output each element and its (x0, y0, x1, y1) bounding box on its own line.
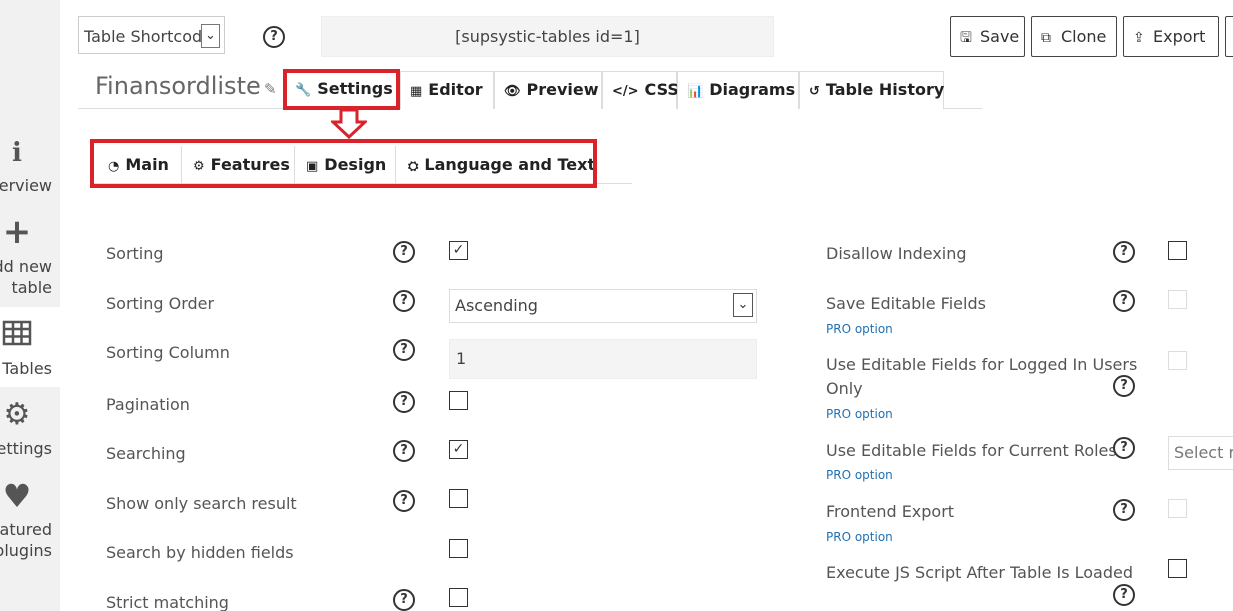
help-icon[interactable]: ? (393, 391, 415, 413)
grid-icon: ▦ (410, 84, 423, 99)
table-title: Finansordliste (95, 72, 261, 100)
tab-css[interactable]: </> CSS (602, 71, 679, 109)
shortcode-type-value: Table Shortcode (84, 27, 212, 46)
pagination-label: Pagination (106, 395, 190, 414)
editable-roles-label: Use Editable Fields for Current Roles (826, 441, 1117, 460)
help-icon[interactable]: ? (1113, 437, 1135, 459)
strict-matching-checkbox[interactable] (449, 588, 468, 607)
sorting-column-input[interactable]: 1 (449, 339, 757, 379)
more-button[interactable] (1225, 16, 1233, 57)
strict-matching-label: Strict matching (106, 593, 229, 611)
gear-icon: ⚙ (3, 397, 31, 432)
save-button[interactable]: 🖫 Save (950, 16, 1025, 57)
help-icon[interactable]: ? (393, 241, 415, 263)
sidebar-item-label: Settings (0, 439, 52, 458)
tab-preview-label: Preview (526, 80, 599, 99)
editable-roles-select[interactable]: Select ro (1168, 436, 1233, 470)
save-editable-checkbox (1168, 290, 1187, 309)
sorting-label: Sorting (106, 244, 164, 263)
searching-label: Searching (106, 444, 186, 463)
help-icon[interactable]: ? (1113, 241, 1135, 263)
help-icon[interactable]: ? (263, 26, 285, 48)
export-button[interactable]: ⇪ Export (1123, 16, 1219, 57)
tab-editor-label: Editor (428, 80, 483, 99)
shortcode-field[interactable]: [supsystic-tables id=1] (321, 16, 774, 57)
chevron-down-icon: ⌄ (201, 24, 220, 48)
show-only-search-label: Show only search result (106, 494, 297, 513)
info-icon: i (12, 138, 22, 168)
execute-js-checkbox[interactable] (1168, 559, 1187, 578)
eye-icon: 👁 (504, 84, 521, 99)
arrow-down-indicator (331, 109, 367, 139)
history-icon: ↺ (809, 84, 820, 99)
sorting-order-value: Ascending (455, 296, 538, 315)
shortcode-type-select[interactable]: Table Shortcode ⌄ (78, 16, 225, 54)
upload-icon: ⇪ (1133, 30, 1145, 46)
tab-diagrams-label: Diagrams (709, 80, 796, 99)
search-hidden-label: Search by hidden fields (106, 543, 294, 562)
pro-option-link[interactable]: PRO option (826, 322, 893, 336)
sidebar-item-label: Overview (0, 176, 52, 195)
help-icon[interactable]: ? (1113, 499, 1135, 521)
tab-history-label: Table History (825, 80, 945, 99)
sorting-order-label: Sorting Order (106, 294, 215, 313)
grid-icon (0, 320, 34, 350)
tab-preview[interactable]: 👁 Preview (494, 71, 602, 109)
help-icon[interactable]: ? (393, 490, 415, 512)
tab-css-label: CSS (644, 80, 679, 99)
tab-table-history[interactable]: ↺ Table History (799, 71, 944, 109)
help-icon[interactable]: ? (393, 339, 415, 361)
editable-logged-checkbox (1168, 351, 1187, 370)
help-icon[interactable]: ? (1113, 584, 1135, 606)
heart-icon: ♥ (2, 477, 32, 515)
pencil-icon[interactable]: ✎ (264, 80, 277, 98)
clone-button[interactable]: ⧉ Clone (1031, 16, 1117, 57)
frontend-export-checkbox (1168, 499, 1187, 518)
tab-editor[interactable]: ▦ Editor (400, 71, 494, 109)
disallow-indexing-label: Disallow Indexing (826, 244, 967, 263)
save-editable-label: Save Editable Fields (826, 294, 986, 313)
search-hidden-checkbox[interactable] (449, 539, 468, 558)
admin-sidebar: i Overview + Add new table Tables ⚙ Sett… (0, 0, 60, 611)
execute-js-label: Execute JS Script After Table Is Loaded (826, 563, 1134, 582)
clone-button-label: Clone (1061, 27, 1107, 46)
disallow-indexing-checkbox[interactable] (1168, 241, 1187, 260)
sidebar-item-label: table (11, 278, 52, 297)
searching-checkbox[interactable]: ✓ (449, 440, 468, 459)
editable-logged-label-line2: Only (826, 379, 863, 398)
bar-chart-icon: 📊 (687, 84, 704, 99)
plus-icon: + (2, 212, 32, 252)
pro-option-link[interactable]: PRO option (826, 530, 893, 544)
editable-logged-label: Use Editable Fields for Logged In Users (826, 355, 1138, 374)
sidebar-item-label: Add new (0, 257, 52, 276)
frontend-export-label: Frontend Export (826, 502, 955, 521)
pro-option-link[interactable]: PRO option (826, 407, 893, 421)
sorting-column-label: Sorting Column (106, 343, 230, 362)
help-icon[interactable]: ? (393, 440, 415, 462)
help-icon[interactable]: ? (393, 290, 415, 312)
code-icon: </> (612, 84, 639, 99)
sidebar-item-label: Featured (0, 520, 52, 539)
editable-roles-placeholder: Select ro (1174, 443, 1233, 462)
pro-option-link[interactable]: PRO option (826, 468, 893, 482)
export-button-label: Export (1153, 27, 1206, 46)
clone-icon: ⧉ (1041, 30, 1051, 46)
help-icon[interactable]: ? (1113, 290, 1135, 312)
save-button-label: Save (980, 27, 1020, 46)
tab-diagrams[interactable]: 📊 Diagrams (677, 71, 799, 109)
help-icon[interactable]: ? (393, 589, 415, 611)
help-icon[interactable]: ? (1113, 375, 1135, 397)
subtabs-highlight (90, 139, 597, 188)
save-icon: 🖫 (960, 30, 972, 46)
sidebar-item-label: plugins (0, 541, 52, 560)
chevron-down-icon: ⌄ (733, 293, 753, 317)
sorting-checkbox[interactable]: ✓ (449, 241, 468, 260)
sorting-order-select[interactable]: Ascending ⌄ (449, 289, 757, 323)
show-only-search-checkbox[interactable] (449, 489, 468, 508)
pagination-checkbox[interactable] (449, 391, 468, 410)
sidebar-item-label: Tables (2, 359, 52, 378)
settings-tab-highlight (283, 69, 400, 110)
